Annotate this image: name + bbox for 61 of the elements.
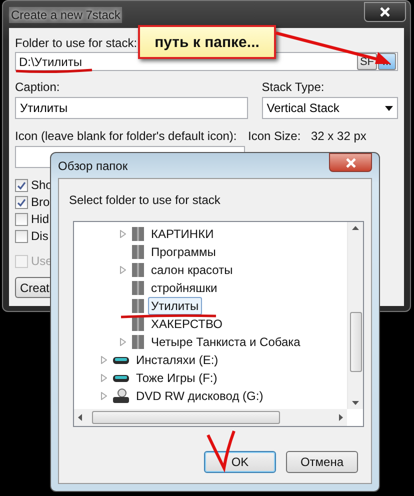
tree-item[interactable]: DVD RW дисковод (G:) — [133, 387, 266, 405]
tree-item[interactable]: Программы — [148, 243, 219, 261]
close-button[interactable] — [329, 153, 372, 172]
tree-item[interactable]: Тоже Игры (F:) — [133, 369, 220, 387]
dialog-button[interactable]: Отмена — [286, 451, 358, 473]
dialog-title: Обзор папок — [58, 158, 128, 172]
tree-item[interactable]: Инсталяхи (E:) — [133, 351, 222, 369]
scroll-down-icon[interactable] — [352, 401, 359, 405]
folder-icon — [131, 226, 145, 242]
expand-arrow-icon[interactable] — [120, 266, 126, 274]
caption-input-field[interactable]: Утилиты — [15, 97, 248, 120]
field-label: Icon Size: — [248, 129, 302, 144]
prompt-text: Select folder to use for stack — [69, 193, 222, 207]
tree-item[interactable]: стройняшки — [148, 279, 220, 297]
scroll-right-icon[interactable] — [339, 414, 343, 421]
field-label: Folder to use for stack: — [15, 36, 138, 50]
tree-item[interactable]: салон красоты — [148, 261, 236, 279]
folder-icon — [131, 334, 145, 350]
field-label: Icon (leave blank for folder's default icon): — [15, 129, 238, 144]
dialog-button[interactable]: OK — [204, 451, 276, 473]
folder-icon — [131, 298, 145, 314]
checkbox-label: Dis — [31, 229, 48, 244]
close-icon — [346, 158, 356, 168]
vertical-scrollbar[interactable] — [347, 222, 363, 409]
icon-size-value: 32 x 32 px — [311, 129, 366, 144]
dropdown-caret-icon — [385, 106, 393, 111]
tree-item[interactable]: Четыре Танкиста и Собака — [148, 333, 304, 351]
checkbox-label: Hid — [31, 212, 50, 226]
checkbox[interactable] — [15, 178, 28, 192]
disc-drive-icon — [112, 388, 130, 404]
create-button[interactable]: Creat — [15, 277, 51, 298]
scrollbar-thumb[interactable] — [92, 411, 280, 424]
checkbox-label: Bro — [31, 195, 50, 210]
folder-icon — [131, 280, 145, 296]
callout-note: путь к папке... — [138, 25, 276, 59]
tree-item[interactable]: ХАКЕРСТВО — [148, 315, 226, 333]
checkbox[interactable] — [15, 196, 28, 209]
expand-arrow-icon[interactable] — [120, 338, 126, 346]
expand-arrow-icon[interactable] — [101, 374, 107, 382]
folder-icon — [131, 244, 145, 260]
field-label: Stack Type: — [262, 80, 324, 94]
close-icon — [380, 6, 390, 16]
field-label: Caption: — [15, 80, 60, 94]
expand-arrow-icon[interactable] — [120, 230, 126, 238]
hard-drive-icon — [112, 355, 130, 365]
checkbox[interactable] — [15, 230, 28, 243]
close-button[interactable] — [364, 2, 406, 22]
field-value: D:\Утилиты — [19, 54, 83, 69]
folder-icon — [131, 316, 145, 332]
checkbox[interactable] — [15, 212, 28, 226]
scrollbar-thumb[interactable] — [350, 312, 362, 372]
horizontal-scrollbar[interactable] — [74, 409, 347, 426]
scroll-left-icon[interactable] — [78, 414, 82, 421]
tree-item[interactable]: Утилиты — [148, 297, 202, 315]
tree-item[interactable]: КАРТИНКИ — [148, 225, 217, 243]
expand-arrow-icon[interactable] — [101, 392, 107, 400]
scroll-up-icon[interactable] — [352, 226, 359, 230]
folder-icon — [131, 262, 145, 278]
hard-drive-icon — [112, 373, 130, 383]
stack-type-dropdown[interactable]: Vertical Stack — [262, 97, 398, 120]
expand-arrow-icon[interactable] — [101, 356, 107, 364]
